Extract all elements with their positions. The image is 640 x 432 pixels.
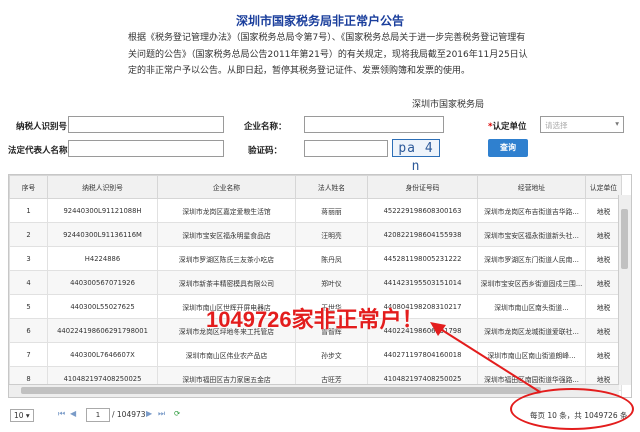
overlay-annotation: 1049726家非正常户！ [206,307,424,332]
arrow-line [441,329,541,393]
arrow-head [430,322,446,336]
highlight-ellipse [510,388,634,430]
annotation-arrow [430,322,541,393]
